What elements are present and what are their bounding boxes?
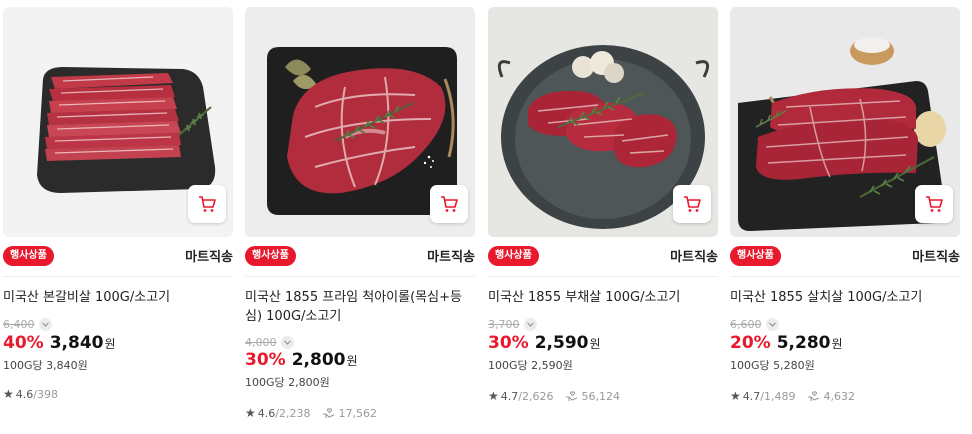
divider [488,276,718,277]
product-card[interactable]: 행사상품 마트직송 미국산 1855 살치살 100G/소고기 6,600 20… [730,0,960,434]
shopping-cart-icon [684,196,701,212]
unit-price: 100G당 2,590원 [488,359,573,372]
unit-price: 100G당 2,800원 [245,376,330,389]
wish-count-group[interactable]: 56,124 [565,390,620,403]
review-count[interactable]: 2,626 [522,390,554,403]
product-title[interactable]: 미국산 본갈비살 100G/소고기 [3,288,233,307]
unit-price: 100G당 5,280원 [730,359,815,372]
review-meta: ★ 4.6 / 398 [3,387,58,401]
delivery-label: 마트직송 [427,250,475,265]
chevron-down-icon[interactable] [765,318,779,331]
delivery-label: 마트직송 [670,250,718,265]
rating-value: 4.6 [15,387,34,401]
wish-count: 4,632 [823,389,855,403]
event-badge: 행사상품 [488,246,539,266]
original-price: 4,000 [245,336,277,349]
wish-count: 56,124 [581,389,620,403]
rating-value: 4.6 [257,406,276,420]
star-icon: ★ [3,387,14,401]
product-card[interactable]: 행사상품 마트직송 미국산 본갈비살 100G/소고기 6,400 40% 3,… [3,0,233,434]
product-grid: 행사상품 마트직송 미국산 본갈비살 100G/소고기 6,400 40% 3,… [0,0,972,434]
currency-label: 원 [831,337,843,351]
event-badge: 행사상품 [730,246,781,266]
divider [245,276,475,277]
unit-price: 100G당 3,840원 [3,359,88,372]
event-badge: 행사상품 [245,246,296,266]
review-meta: ★ 4.7 / 2,626 56,124 [488,389,620,403]
hand-heart-icon [323,408,335,418]
hand-heart-icon [808,391,820,401]
add-to-cart-button[interactable] [915,185,953,223]
sale-price: 2,800 [291,350,346,370]
wish-count-group[interactable]: 17,562 [322,407,377,420]
hand-heart-icon [566,391,578,401]
star-icon: ★ [245,406,256,420]
divider [730,276,960,277]
wish-count-group[interactable]: 4,632 [807,390,855,403]
star-icon: ★ [488,389,499,403]
product-card[interactable]: 행사상품 마트직송 미국산 1855 프라임 척아이롤(목심+등심) 100G/… [245,0,475,434]
product-card[interactable]: 행사상품 마트직송 미국산 1855 부채살 100G/소고기 3,700 30… [488,0,718,434]
chevron-down-icon[interactable] [38,318,52,331]
price-row: 40% 3,840 원 [3,333,116,353]
currency-label: 원 [589,337,601,351]
rating-value: 4.7 [742,389,761,403]
discount-rate: 30% [245,350,286,370]
chevron-down-icon[interactable] [523,318,537,331]
original-price-row: 3,700 [488,318,537,331]
discount-rate: 40% [3,333,44,353]
product-image[interactable] [3,7,233,237]
original-price: 6,400 [3,318,35,331]
add-to-cart-button[interactable] [673,185,711,223]
review-count[interactable]: 2,238 [279,407,311,420]
sale-price: 5,280 [776,333,831,353]
add-to-cart-button[interactable] [430,185,468,223]
shopping-cart-icon [926,196,943,212]
product-image[interactable] [488,7,718,237]
price-row: 20% 5,280 원 [730,333,843,353]
add-to-cart-button[interactable] [188,185,226,223]
original-price-row: 6,400 [3,318,52,331]
review-meta: ★ 4.7 / 1,489 4,632 [730,389,855,403]
currency-label: 원 [346,354,358,368]
shopping-cart-icon [199,196,216,212]
divider [3,276,233,277]
currency-label: 원 [104,337,116,351]
event-badge: 행사상품 [3,246,54,266]
discount-rate: 30% [488,333,529,353]
product-image[interactable] [730,7,960,237]
delivery-label: 마트직송 [912,250,960,265]
delivery-label: 마트직송 [185,250,233,265]
sale-price: 3,840 [49,333,104,353]
rating-value: 4.7 [500,389,519,403]
price-row: 30% 2,800 원 [245,350,358,370]
review-count[interactable]: 398 [37,388,58,401]
original-price: 6,600 [730,318,762,331]
original-price-row: 4,000 [245,336,294,349]
sale-price: 2,590 [534,333,589,353]
star-icon: ★ [730,389,741,403]
review-count[interactable]: 1,489 [764,390,796,403]
product-title[interactable]: 미국산 1855 부채살 100G/소고기 [488,288,718,307]
review-meta: ★ 4.6 / 2,238 17,562 [245,406,377,420]
original-price-row: 6,600 [730,318,779,331]
discount-rate: 20% [730,333,771,353]
wish-count: 17,562 [338,406,377,420]
original-price: 3,700 [488,318,520,331]
chevron-down-icon[interactable] [280,336,294,349]
shopping-cart-icon [441,196,458,212]
product-image[interactable] [245,7,475,237]
price-row: 30% 2,590 원 [488,333,601,353]
product-title[interactable]: 미국산 1855 프라임 척아이롤(목심+등심) 100G/소고기 [245,288,475,326]
product-title[interactable]: 미국산 1855 살치살 100G/소고기 [730,288,960,307]
